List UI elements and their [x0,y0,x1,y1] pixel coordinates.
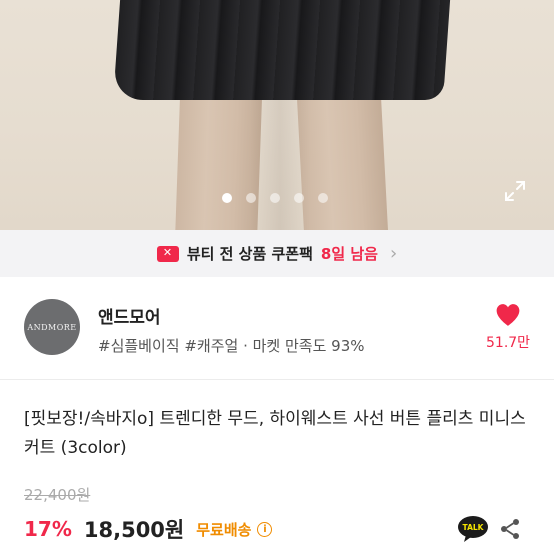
gallery-dot[interactable] [270,193,280,203]
shop-name[interactable]: 앤드모어 [98,303,161,328]
share-icon[interactable] [498,517,522,541]
sale-price: 18,500원 [83,518,185,542]
like-count: 51.7만 [486,335,531,351]
coupon-banner[interactable]: 뷰티 전 상품 쿠폰팩 8일 남음 › [0,230,554,277]
shop-logo[interactable]: ANDMORE [24,299,80,355]
coupon-days-left: 8일 남음 [320,245,378,263]
product-image[interactable] [0,0,554,230]
discount-rate: 17% [24,517,72,541]
coupon-text: 뷰티 전 상품 쿠폰팩 [186,245,313,263]
gallery-dot[interactable] [246,193,256,203]
coupon-icon [156,245,179,262]
shop-tags: #심플베이직 #캐주얼 · 마켓 만족도 93% [98,337,365,355]
heart-icon[interactable] [495,303,521,327]
price-row: 17% 18,500원 무료배송 i [24,514,273,544]
info-icon[interactable]: i [257,521,273,537]
chevron-right-icon: › [389,243,398,264]
shop-row[interactable]: ANDMORE 앤드모어 #심플베이직 #캐주얼 · 마켓 만족도 93% 51… [0,277,554,380]
original-price: 22,400원 [24,486,91,504]
gallery-dot[interactable] [222,193,232,203]
gallery-dot[interactable] [294,193,304,203]
expand-icon[interactable] [503,179,527,203]
shop-logo-text: ANDMORE [27,322,77,332]
kakao-talk-icon[interactable]: TALK [457,515,489,543]
product-title: [핏보장!/속바지o] 트렌디한 무드, 하이웨스트 사선 버튼 플리츠 미니스… [24,409,526,458]
kakao-talk-label: TALK [463,523,485,532]
product-photo-skirt [113,0,453,100]
gallery-pagination [222,193,328,203]
free-shipping-label: 무료배송 [196,520,252,539]
gallery-dot[interactable] [318,193,328,203]
